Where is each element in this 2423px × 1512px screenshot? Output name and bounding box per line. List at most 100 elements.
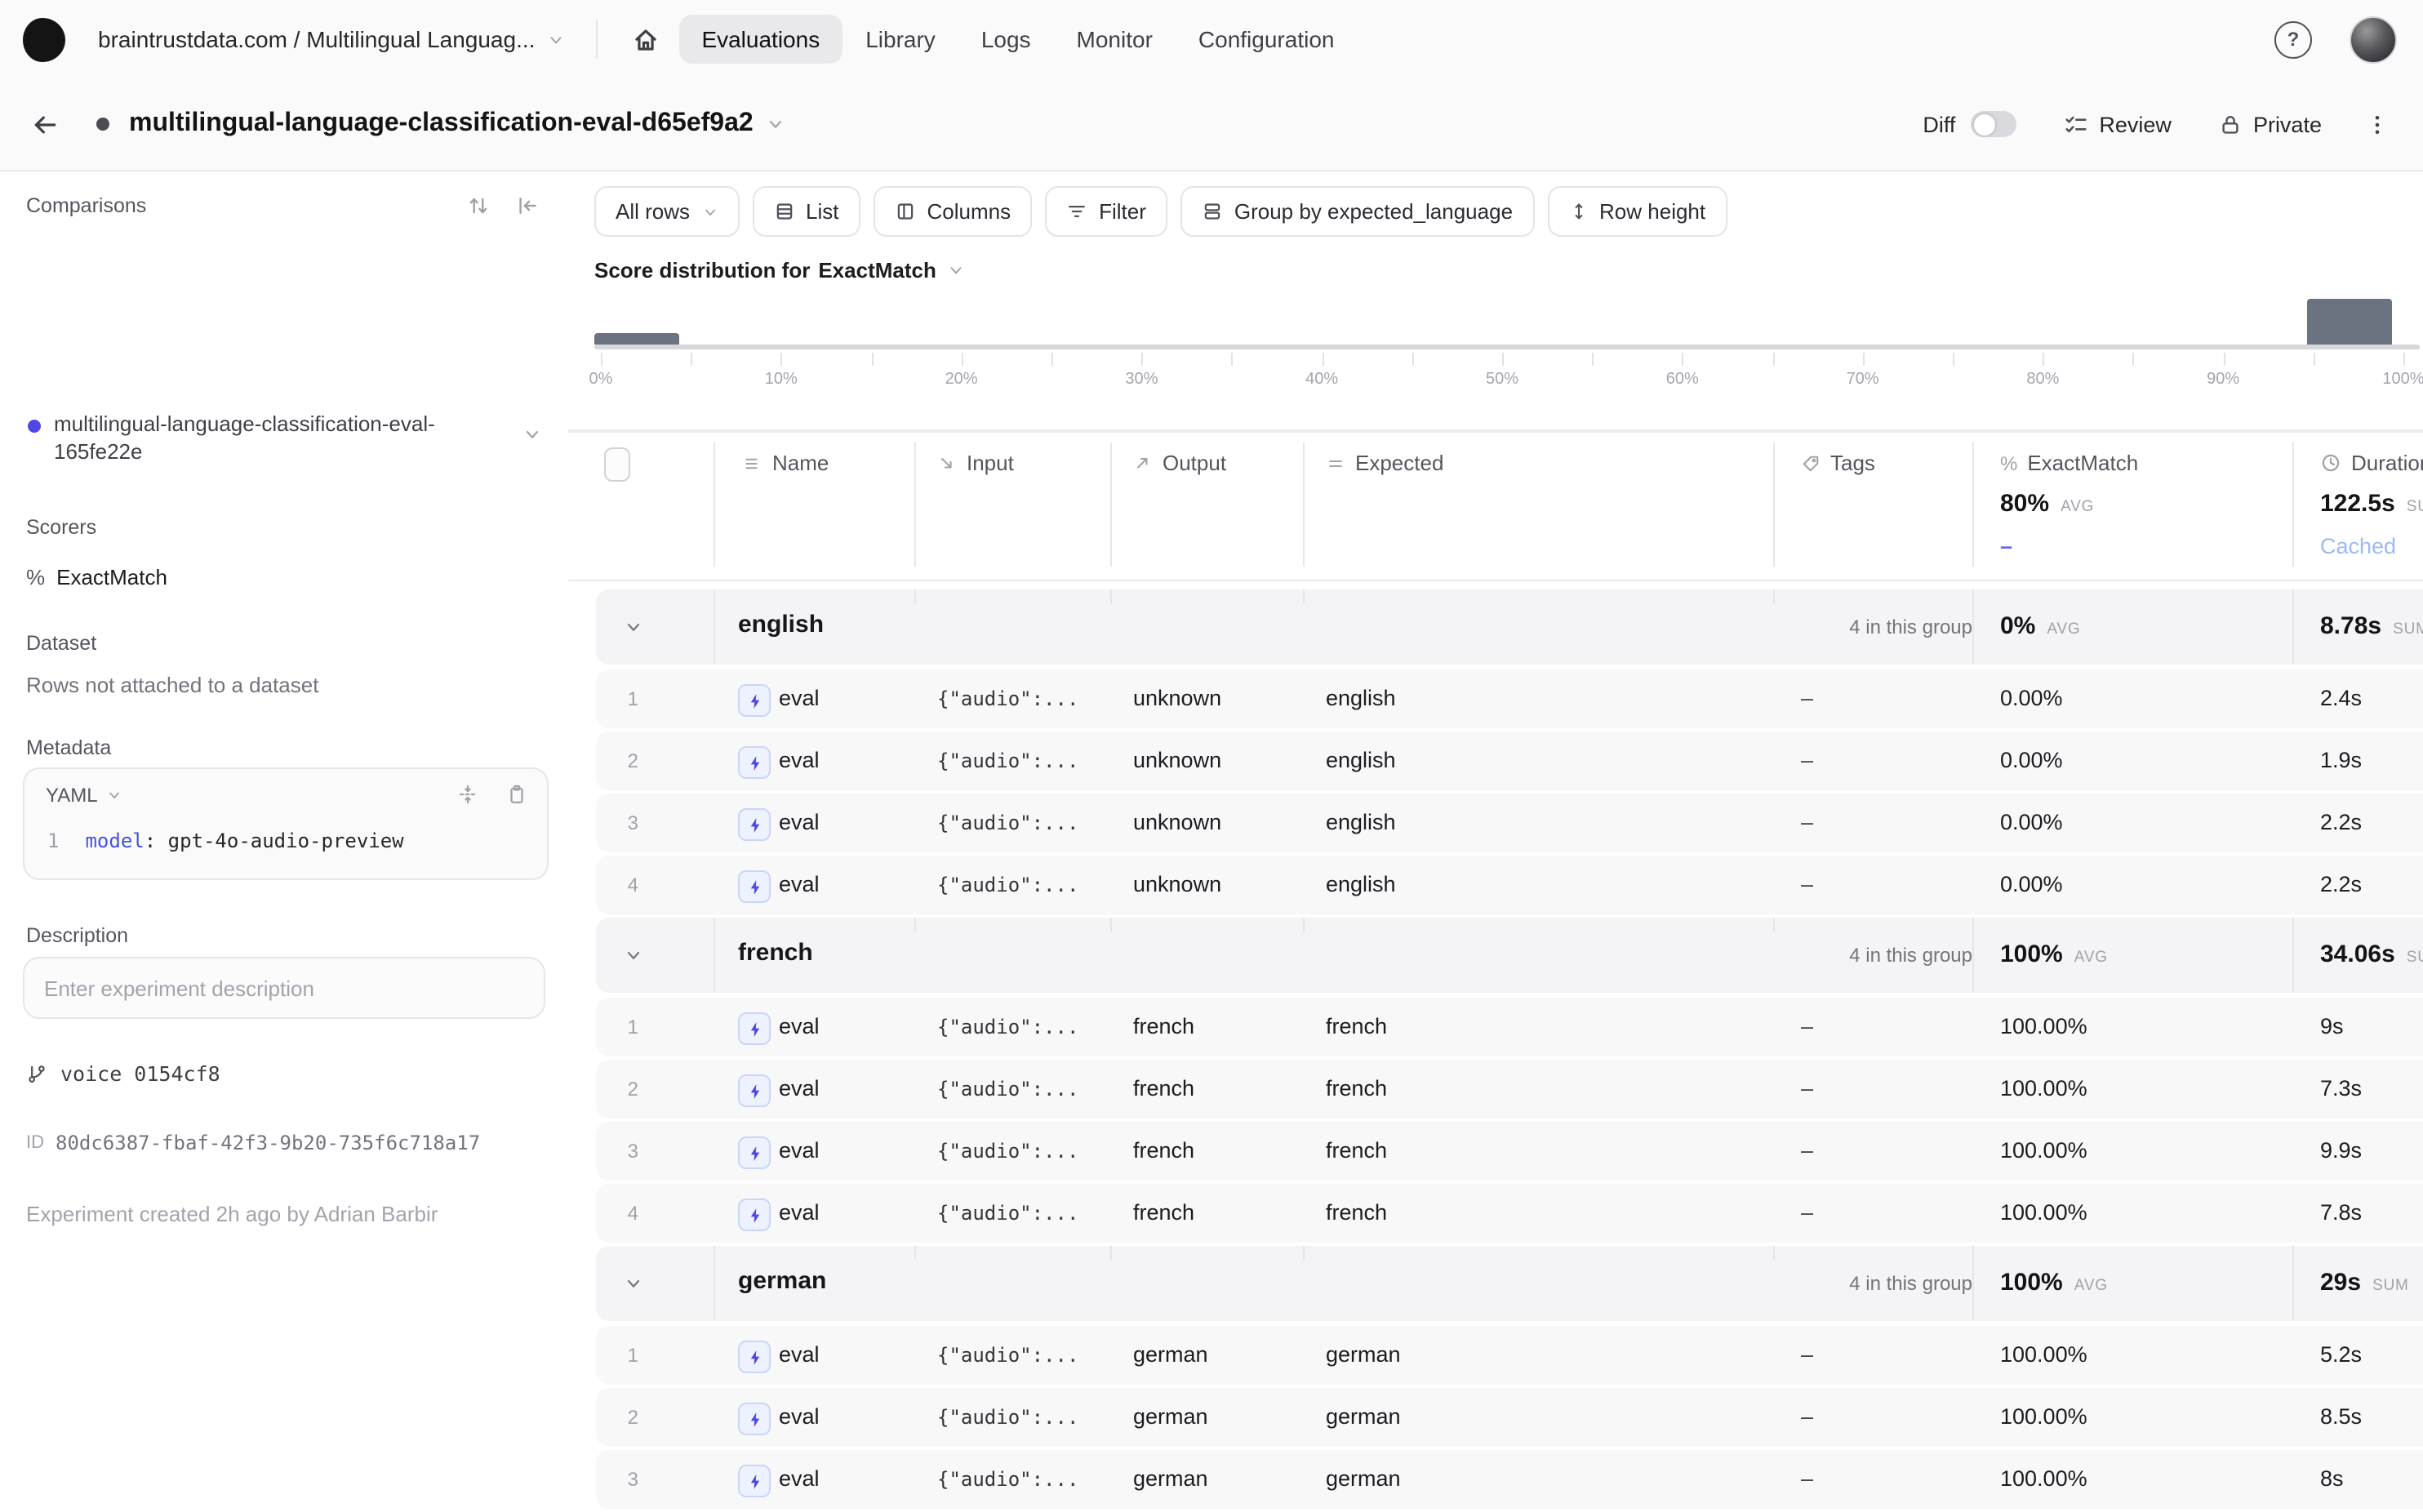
yaml-code-line[interactable]: 1model: gpt-4o-audio-preview bbox=[47, 829, 404, 852]
cell-exactmatch: 0.00% bbox=[2000, 669, 2063, 728]
experiment-id[interactable]: ID 80dc6387-fbaf-42f3-9b20-735f6c718a17 bbox=[26, 1132, 480, 1154]
histogram-bar[interactable] bbox=[594, 333, 679, 345]
group-count: 4 in this group bbox=[1849, 1272, 1972, 1295]
column-header-output[interactable]: Output bbox=[1133, 451, 1226, 475]
exactmatch-diff-dash: – bbox=[2000, 534, 2012, 558]
scorer-name: ExactMatch bbox=[56, 565, 167, 589]
equals-icon bbox=[1326, 453, 1345, 473]
column-header-expected[interactable]: Expected bbox=[1326, 451, 1443, 475]
dataset-label: Dataset bbox=[26, 632, 96, 655]
collapse-sidebar-icon[interactable] bbox=[516, 194, 539, 217]
back-button[interactable] bbox=[31, 110, 59, 138]
axis-tick bbox=[2403, 353, 2405, 366]
home-button[interactable] bbox=[625, 18, 667, 60]
yaml-selector[interactable]: YAML bbox=[46, 784, 122, 807]
group-count: 4 in this group bbox=[1849, 944, 1972, 967]
comparison-item[interactable]: multilingual-language-classification-eva… bbox=[54, 410, 435, 465]
column-label: Output bbox=[1163, 451, 1226, 475]
nav-tab-library[interactable]: Library bbox=[842, 15, 958, 64]
group-header[interactable]: french 4 in this group 100%AVG 34.06sSUM bbox=[596, 918, 2423, 993]
column-label: ExactMatch bbox=[2027, 451, 2138, 475]
bolt-icon bbox=[738, 1074, 771, 1107]
cell-expected: french bbox=[1326, 998, 1387, 1056]
axis-tick-label: 60% bbox=[1647, 371, 1718, 389]
scorer-item[interactable]: %ExactMatch bbox=[26, 565, 167, 589]
cell-exactmatch: 0.00% bbox=[2000, 732, 2063, 790]
select-all-checkbox[interactable] bbox=[604, 447, 630, 482]
table-row[interactable]: 4 eval {"audio":... french french – 100.… bbox=[596, 1184, 2423, 1243]
nav-tab-configuration[interactable]: Configuration bbox=[1176, 15, 1358, 64]
column-header-input[interactable]: Input bbox=[937, 451, 1014, 475]
nav-tabs: EvaluationsLibraryLogsMonitorConfigurati… bbox=[678, 15, 1357, 64]
sidebar: Comparisons multilingual-language-classi… bbox=[0, 171, 570, 1512]
breadcrumb[interactable]: braintrustdata.com / Multilingual Langua… bbox=[98, 26, 535, 52]
table-row[interactable]: 2 eval {"audio":... unknown english – 0.… bbox=[596, 732, 2423, 790]
cell-expected: english bbox=[1326, 732, 1396, 790]
metadata-editor[interactable]: YAML 1model: gpt-4o-aud bbox=[23, 767, 549, 880]
scorers-label: Scorers bbox=[26, 516, 96, 539]
table-row[interactable]: 3 eval {"audio":... unknown english – 0.… bbox=[596, 794, 2423, 852]
column-label: Input bbox=[967, 451, 1014, 475]
kebab-menu-icon[interactable] bbox=[2366, 112, 2389, 136]
table-row[interactable]: 4 eval {"audio":... unknown english – 0.… bbox=[596, 856, 2423, 914]
experiment-header: multilingual-language-classification-eva… bbox=[0, 78, 2423, 171]
axis-tick bbox=[1232, 353, 1234, 366]
nav-tab-monitor[interactable]: Monitor bbox=[1054, 15, 1176, 64]
voice-link[interactable]: voice 0154cf8 bbox=[26, 1061, 220, 1086]
bolt-icon bbox=[738, 746, 771, 779]
yaml-value: gpt-4o-audio-preview bbox=[168, 829, 404, 852]
cell-duration: 9.9s bbox=[2320, 1122, 2362, 1181]
page-title: multilingual-language-classification-eva… bbox=[129, 109, 754, 139]
exactmatch-avg-value: 80% bbox=[2000, 490, 2049, 518]
cell-tags: – bbox=[1801, 1122, 1813, 1181]
cached-filter[interactable]: Cached bbox=[2320, 534, 2396, 558]
diff-toggle[interactable] bbox=[1970, 111, 2016, 137]
table-row[interactable]: 3 eval {"audio":... french french – 100.… bbox=[596, 1122, 2423, 1181]
help-icon[interactable]: ? bbox=[2274, 20, 2312, 58]
group-score-aggregate: 0%AVG bbox=[2000, 612, 2081, 640]
review-button[interactable]: Review bbox=[2063, 112, 2172, 136]
column-header-tags[interactable]: Tags bbox=[1801, 451, 1875, 475]
lock-icon bbox=[2219, 112, 2242, 136]
chevron-down-icon[interactable] bbox=[546, 30, 564, 48]
chevron-down-icon[interactable] bbox=[767, 114, 786, 134]
chevron-down-icon[interactable] bbox=[624, 945, 643, 965]
nav-tab-evaluations[interactable]: Evaluations bbox=[678, 15, 842, 64]
cell-name: eval bbox=[779, 794, 820, 852]
voice-label: voice 0154cf8 bbox=[60, 1061, 220, 1086]
nav-right: ? bbox=[2274, 16, 2397, 63]
nav-tab-logs[interactable]: Logs bbox=[958, 15, 1054, 64]
table-row[interactable]: 1 eval {"audio":... german german – 100.… bbox=[596, 1326, 2423, 1385]
collapse-editor-icon[interactable] bbox=[457, 784, 478, 805]
column-header-name[interactable]: Name bbox=[743, 451, 829, 475]
copy-icon[interactable] bbox=[506, 784, 527, 805]
cell-input: {"audio":... bbox=[937, 794, 1078, 852]
private-button[interactable]: Private bbox=[2219, 112, 2322, 136]
percent-icon: % bbox=[2000, 451, 2017, 474]
table-row[interactable]: 1 eval {"audio":... unknown english – 0.… bbox=[596, 669, 2423, 728]
chevron-down-icon[interactable] bbox=[624, 617, 643, 637]
table-row[interactable]: 3 eval {"audio":... german german – 100.… bbox=[596, 1450, 2423, 1509]
table-row[interactable]: 2 eval {"audio":... french french – 100.… bbox=[596, 1060, 2423, 1118]
chevron-down-icon[interactable] bbox=[624, 1274, 643, 1293]
table-row[interactable]: 2 eval {"audio":... german german – 100.… bbox=[596, 1388, 2423, 1447]
cell-expected: english bbox=[1326, 794, 1396, 852]
histogram-bar[interactable] bbox=[2307, 299, 2392, 345]
avatar[interactable] bbox=[2350, 16, 2397, 63]
group-header[interactable]: german 4 in this group 100%AVG 29sSUM bbox=[596, 1246, 2423, 1321]
row-group: german 4 in this group 100%AVG 29sSUM 1 … bbox=[596, 1246, 2423, 1509]
cell-output: german bbox=[1133, 1388, 1208, 1447]
yaml-sep: : bbox=[144, 829, 168, 852]
column-header-duration[interactable]: Duration bbox=[2320, 451, 2423, 475]
sort-icon[interactable] bbox=[467, 194, 490, 217]
histogram-axis bbox=[594, 345, 2420, 349]
group-header[interactable]: english 4 in this group 0%AVG 8.78sSUM bbox=[596, 589, 2423, 665]
score-histogram[interactable]: 0%10%20%30%40%50%60%70%80%90%100% bbox=[568, 171, 2423, 400]
column-header-exactmatch[interactable]: % ExactMatch bbox=[2000, 451, 2138, 475]
chevron-down-icon[interactable] bbox=[522, 425, 542, 444]
chevron-down-icon bbox=[106, 787, 122, 803]
table-row[interactable]: 1 eval {"audio":... french french – 100.… bbox=[596, 998, 2423, 1056]
braintrust-logo-icon[interactable] bbox=[23, 17, 65, 61]
description-input[interactable] bbox=[23, 957, 545, 1019]
group-avg-value: 0% bbox=[2000, 612, 2035, 640]
